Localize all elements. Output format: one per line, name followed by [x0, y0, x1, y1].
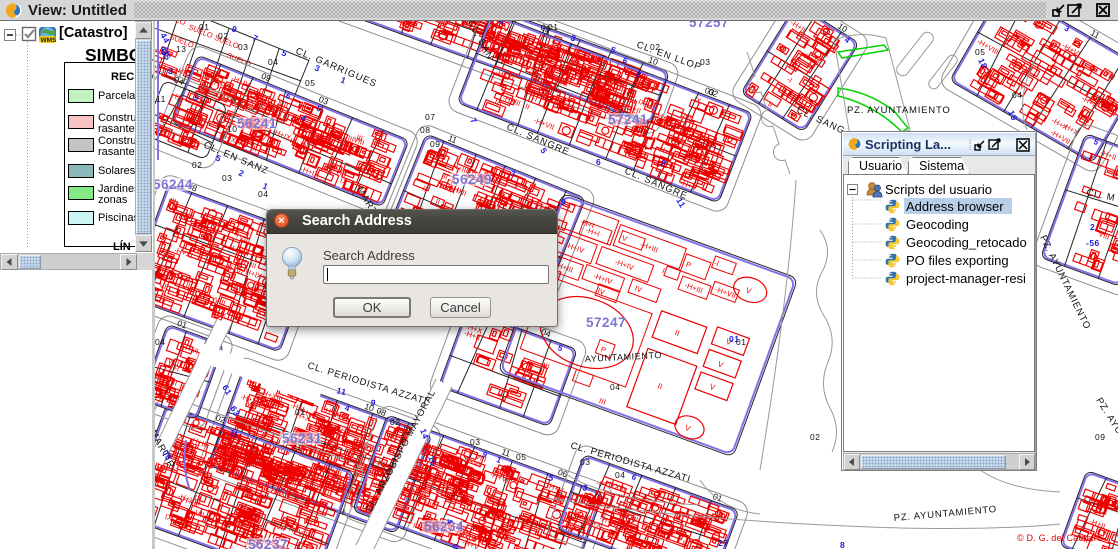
svg-text:WMS: WMS	[41, 37, 58, 44]
svg-text:56241: 56241	[237, 116, 277, 131]
svg-text:56234: 56234	[424, 519, 464, 534]
svg-text:57247: 57247	[586, 315, 626, 330]
svg-text:04: 04	[155, 337, 165, 347]
svg-text:04: 04	[258, 189, 268, 199]
svg-text:04: 04	[268, 57, 278, 67]
svg-text:10: 10	[227, 124, 237, 134]
svg-text:02: 02	[390, 417, 400, 427]
svg-text:01: 01	[736, 337, 746, 347]
svg-text:04: 04	[610, 382, 620, 392]
svg-text:27: 27	[718, 538, 728, 548]
svg-text:02: 02	[650, 42, 660, 52]
svg-text:03: 03	[238, 42, 248, 52]
svg-text:13: 13	[176, 44, 186, 54]
svg-text:56237: 56237	[248, 537, 288, 549]
svg-text:02: 02	[218, 31, 228, 41]
svg-text:03: 03	[700, 57, 710, 67]
svg-text:57241: 57241	[608, 112, 648, 127]
svg-text:07: 07	[425, 112, 435, 122]
svg-text:8: 8	[840, 540, 845, 549]
svg-text:05: 05	[516, 452, 526, 462]
svg-text:2: 2	[1090, 222, 1095, 232]
svg-text:PZ. AYUNTAMIENTO: PZ. AYUNTAMIENTO	[847, 105, 951, 116]
svg-text:56231: 56231	[282, 431, 322, 446]
svg-text:56249: 56249	[452, 172, 492, 187]
svg-text:05: 05	[975, 47, 985, 57]
svg-text:3: 3	[168, 66, 173, 76]
svg-text:09: 09	[1095, 432, 1105, 442]
svg-text:02: 02	[810, 432, 820, 442]
svg-text:6: 6	[596, 157, 601, 167]
svg-text:01: 01	[548, 22, 558, 32]
svg-text:03: 03	[580, 457, 590, 467]
svg-text:02: 02	[192, 160, 202, 170]
svg-text:04: 04	[615, 470, 625, 480]
svg-text:08: 08	[420, 125, 430, 135]
svg-text:05: 05	[305, 78, 315, 88]
svg-text:09: 09	[430, 139, 440, 149]
svg-text:-56: -56	[1086, 238, 1100, 248]
svg-text:01: 01	[295, 407, 305, 417]
svg-text:57257: 57257	[689, 21, 729, 30]
svg-text:03: 03	[470, 437, 480, 447]
svg-text:03: 03	[222, 173, 232, 183]
svg-text:11: 11	[156, 94, 166, 104]
svg-text:© D. G. del Catastro: © D. G. del Catastro	[1017, 533, 1102, 543]
svg-text:56244: 56244	[155, 177, 193, 192]
svg-text:04: 04	[1012, 90, 1022, 100]
svg-text:01: 01	[199, 22, 209, 32]
